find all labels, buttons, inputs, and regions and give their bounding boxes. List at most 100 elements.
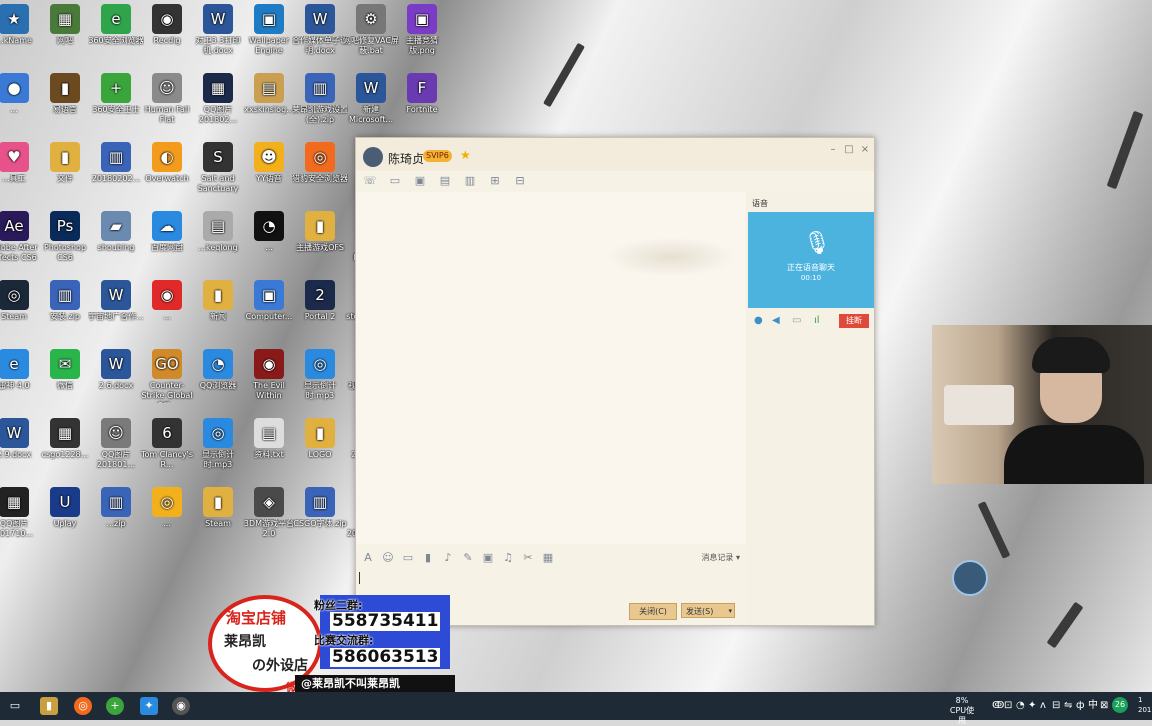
browser-icon[interactable]: ◎ xyxy=(74,697,92,715)
close-chat-button[interactable]: 关闭(C) xyxy=(629,603,677,620)
desktop-icon[interactable]: ▥ 莱昂凯游戏设置(全).zip xyxy=(292,71,348,135)
desktop-icon[interactable]: F Fortnite xyxy=(394,71,450,135)
desktop-icon[interactable]: S Salt and Sanctuary xyxy=(190,140,246,204)
desktop-icon[interactable]: ▮ 文件 xyxy=(37,140,93,204)
chat-tool-icon[interactable]: ▤ xyxy=(437,173,453,189)
desktop-icon[interactable]: ◔... xyxy=(241,209,297,273)
desktop-icon[interactable]: e 360安全浏览器 xyxy=(88,2,144,66)
maximize-icon[interactable]: □ xyxy=(842,143,856,157)
desktop-icon[interactable]: 2 Portal 2 xyxy=(292,278,348,342)
desktop-icon[interactable]: ◎... xyxy=(139,485,195,549)
desktop-icon[interactable]: ▮ 易语言 xyxy=(37,71,93,135)
chat-tool-icon[interactable]: ▭ xyxy=(387,173,403,189)
desktop-icon[interactable]: ▤ xxskinslog... xyxy=(241,71,297,135)
desktop-icon[interactable]: W 2.6.docx xyxy=(88,347,144,411)
desktop-icon[interactable]: ▮ 新闻 xyxy=(190,278,246,342)
tray-icon[interactable]: ф xyxy=(1076,699,1085,713)
desktop-icon[interactable]: Ps Photoshop CS6 xyxy=(37,209,93,273)
file-explorer-icon[interactable]: ▮ xyxy=(40,697,58,715)
desktop-icon[interactable]: +360安全卫士 xyxy=(88,71,144,135)
desktop-icon[interactable]: ◉ The Evil Within xyxy=(241,347,297,411)
security-app-icon[interactable]: + xyxy=(106,697,124,715)
close-icon[interactable]: × xyxy=(858,143,872,157)
desktop-icon[interactable]: ▦ 网吧 xyxy=(37,2,93,66)
floating-assistant-icon[interactable] xyxy=(952,560,988,596)
speaker-icon[interactable]: ◀ xyxy=(772,314,780,328)
input-tool-icon[interactable]: ▣ xyxy=(480,550,496,566)
camera-icon[interactable]: ▭ xyxy=(792,314,801,328)
desktop-icon[interactable]: ▰ shoubing xyxy=(88,209,144,273)
desktop-icon[interactable]: W 宇宙地广合作... xyxy=(88,278,144,342)
clock[interactable]: 1 201 xyxy=(1138,695,1151,715)
message-area[interactable] xyxy=(356,192,746,544)
desktop-icon[interactable]: ▮ LOGO xyxy=(292,416,348,480)
input-tool-icon[interactable]: ♫ xyxy=(500,550,516,566)
desktop-icon[interactable]: W 合作媒体单子说明.docx xyxy=(292,2,348,66)
tray-icon[interactable]: ⊠ xyxy=(1100,699,1108,713)
desktop-icon[interactable]: ●... xyxy=(0,71,42,135)
desktop-icon[interactable]: ☺ QQ图片201801... xyxy=(88,416,144,480)
desktop-icon[interactable]: ☁ 百度网盘 xyxy=(139,209,195,273)
desktop-icon[interactable]: ◈ 3DM游戏平台 2.0 xyxy=(241,485,297,549)
desktop-icon[interactable]: ◎ Steam xyxy=(0,278,42,342)
desktop-icon[interactable]: 6 Tom Clancy's R... xyxy=(139,416,195,480)
chat-tool-icon[interactable]: ▥ xyxy=(462,173,478,189)
desktop-icon[interactable]: W 新建Microsoft... xyxy=(343,71,399,135)
star-icon[interactable]: ★ xyxy=(460,148,471,162)
desktop-icon[interactable]: ◎ 显示倒计时.mp3 xyxy=(292,347,348,411)
desktop-icon[interactable]: ◉ Recdig xyxy=(139,2,195,66)
input-tool-icon[interactable]: ✎ xyxy=(460,550,476,566)
tab-voice[interactable]: 语音 xyxy=(752,198,768,209)
desktop-icon[interactable]: U Uplay xyxy=(37,485,93,549)
desktop-icon[interactable]: ▤ ...keqlong xyxy=(190,209,246,273)
desktop-icon[interactable]: ☻ YY语音 xyxy=(241,140,297,204)
desktop-icon[interactable]: ▣ 主播竞猜版.png xyxy=(394,2,450,66)
send-button[interactable]: 发送(S) ▾ xyxy=(681,603,735,618)
desktop-icon[interactable]: GOCounter-Strike Global Off... xyxy=(139,347,195,411)
desktop-icon[interactable]: ▣ Wallpaper Engine xyxy=(241,2,297,66)
qq-taskbar-icon[interactable]: ✦ xyxy=(140,697,158,715)
mic-toggle-icon[interactable]: ● xyxy=(754,314,763,328)
desktop-icon[interactable]: ★ ...kName xyxy=(0,2,42,66)
minimize-icon[interactable]: – xyxy=(826,143,840,157)
desktop-icon[interactable]: ◐ Overwatch xyxy=(139,140,195,204)
input-tool-icon[interactable]: ♪ xyxy=(440,550,456,566)
chat-tool-icon[interactable]: ▣ xyxy=(412,173,428,189)
desktop-icon[interactable]: ☺ Human Fall Flat xyxy=(139,71,195,135)
tray-icon[interactable]: ✦ xyxy=(1028,699,1036,713)
desktop-icon[interactable]: e 雷神 4.0 xyxy=(0,347,42,411)
tray-icon[interactable]: 中 xyxy=(1088,699,1098,713)
tray-icon[interactable]: ◔ xyxy=(1016,699,1025,713)
input-tool-icon[interactable]: ☺ xyxy=(380,550,396,566)
chat-tool-icon[interactable]: ⊟ xyxy=(512,173,528,189)
tray-icon[interactable]: ⇋ xyxy=(1064,699,1072,713)
desktop-icon[interactable]: Ae Adobe After Effects CS6 xyxy=(0,209,42,273)
desktop-icon[interactable]: ▥ 20180202... xyxy=(88,140,144,204)
notification-badge[interactable]: 26 xyxy=(1112,697,1128,713)
desktop-icon[interactable]: ▮ Steam xyxy=(190,485,246,549)
input-tool-icon[interactable]: ✂ xyxy=(520,550,536,566)
tray-icon[interactable]: ↂ xyxy=(992,699,1004,713)
svip-badge[interactable]: SVIP6 xyxy=(423,150,452,162)
desktop-icon[interactable]: ▥ 安装.zip xyxy=(37,278,93,342)
tray-icon[interactable]: ⊟ xyxy=(1052,699,1060,713)
desktop-icon[interactable]: ◔ QQ浏览器 xyxy=(190,347,246,411)
desktop-icon[interactable]: ▥ CSGO字体.zip xyxy=(292,485,348,549)
desktop-icon[interactable]: ▮ 主播游戏OFS xyxy=(292,209,348,273)
desktop-icon[interactable]: ♥ ...具工 xyxy=(0,140,42,204)
chat-tool-icon[interactable]: ⊞ xyxy=(487,173,503,189)
desktop-icon[interactable]: ⚙ 网吧修复VAC屏蔽.bat xyxy=(343,2,399,66)
input-tool-icon[interactable]: A xyxy=(360,550,376,566)
desktop-icon[interactable]: ▤ 资料.txt xyxy=(241,416,297,480)
desktop-icon[interactable]: ◎ 猎豹安全浏览器 xyxy=(292,140,348,204)
contact-name[interactable]: 陈琦贞 xyxy=(388,150,424,167)
desktop-icon[interactable]: ▦ csgo1228... xyxy=(37,416,93,480)
tray-icon[interactable]: ʌ xyxy=(1040,699,1046,713)
input-tool-icon[interactable]: ▦ xyxy=(540,550,556,566)
qq-chat-window[interactable]: 陈琦贞 SVIP6 ★ – □ × ☏ ▭ ▣ ▤ ▥ ⊞ ⊟ 消息记录 ▾ A ☺ ▭ ▮ ♪ ✎ ▣… xyxy=(355,137,875,626)
obs-icon[interactable]: ◉ xyxy=(172,697,190,715)
qq-title-bar[interactable]: 陈琦贞 SVIP6 ★ – □ × xyxy=(356,138,874,171)
desktop-icon[interactable]: ◎ 显示倒计时.mp3 xyxy=(190,416,246,480)
desktop-icon[interactable]: ▦ QQ图片201802... xyxy=(190,71,246,135)
message-history-button[interactable]: 消息记录 ▾ xyxy=(701,552,740,563)
